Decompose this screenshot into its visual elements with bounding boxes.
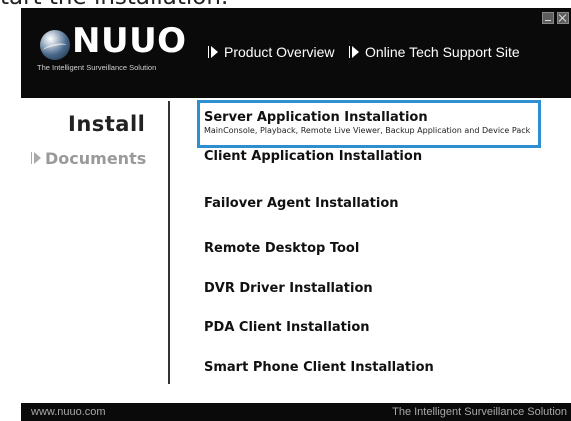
close-button[interactable] xyxy=(557,12,569,24)
server-application-installation-item[interactable]: Server Application Installation MainCons… xyxy=(204,110,534,135)
dvr-driver-installation-item[interactable]: DVR Driver Installation xyxy=(204,281,373,296)
online-tech-support-label: Online Tech Support Site xyxy=(365,44,520,60)
installer-window: NUUO The Intelligent Surveillance Soluti… xyxy=(21,8,571,421)
header-bar: NUUO The Intelligent Surveillance Soluti… xyxy=(21,8,571,98)
play-arrow-icon xyxy=(211,46,218,58)
product-overview-link[interactable]: Product Overview xyxy=(208,44,334,60)
tab-documents-label: Documents xyxy=(45,149,147,168)
item-description: MainConsole, Playback, Remote Live Viewe… xyxy=(204,126,531,135)
instruction-caption: tart the installation. xyxy=(0,0,571,10)
tab-documents[interactable]: Documents xyxy=(31,149,146,168)
online-tech-support-link[interactable]: Online Tech Support Site xyxy=(349,44,520,60)
item-label: Server Application Installation xyxy=(204,110,428,125)
vertical-divider xyxy=(168,101,170,384)
play-arrow-icon xyxy=(34,152,41,164)
tab-install[interactable]: Install xyxy=(68,112,145,136)
play-arrow-icon xyxy=(349,46,350,58)
logo-tagline: The Intelligent Surveillance Solution xyxy=(37,63,157,72)
remote-desktop-tool-item[interactable]: Remote Desktop Tool xyxy=(204,241,359,256)
website-link[interactable]: www.nuuo.com xyxy=(31,406,106,418)
footer-bar: www.nuuo.com The Intelligent Surveillanc… xyxy=(21,403,571,421)
minimize-button[interactable] xyxy=(542,12,554,24)
footer-tagline: The Intelligent Surveillance Solution xyxy=(392,406,567,418)
failover-agent-installation-item[interactable]: Failover Agent Installation xyxy=(204,196,399,211)
pda-client-installation-item[interactable]: PDA Client Installation xyxy=(204,320,370,335)
play-arrow-icon xyxy=(208,46,209,58)
nuuo-logo-icon xyxy=(40,30,70,60)
product-overview-label: Product Overview xyxy=(224,44,335,60)
client-application-installation-item[interactable]: Client Application Installation xyxy=(204,149,422,164)
logo-text: NUUO xyxy=(72,21,187,61)
play-arrow-icon xyxy=(31,152,32,164)
play-arrow-icon xyxy=(352,46,359,58)
smart-phone-client-installation-item[interactable]: Smart Phone Client Installation xyxy=(204,360,434,375)
